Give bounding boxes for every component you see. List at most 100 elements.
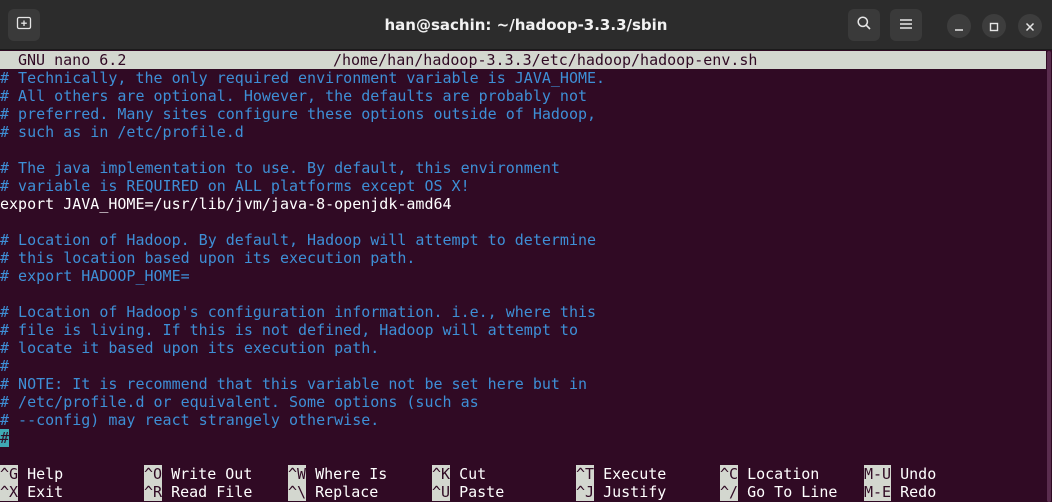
shortcut-item: M-U Undo [864,465,936,483]
text-cursor: # [0,429,10,447]
shortcut-item: ^W Where Is [288,465,387,483]
editor-line: export JAVA_HOME=/usr/lib/jvm/java-8-ope… [0,195,1046,213]
comment-text: # locate it based upon its execution pat… [0,339,380,357]
comment-text: # this location based upon its execution… [0,249,416,267]
comment-text: # preferred. Many sites configure these … [0,105,597,123]
comment-text: # variable is REQUIRED on ALL platforms … [0,177,470,195]
shortcut-label: Execute [594,465,667,483]
shortcut-label: Help [18,465,64,483]
shortcut-item: ^K Cut [432,465,486,483]
shortcut-key: ^K [432,465,451,483]
shortcut-key: M-U [864,465,892,483]
comment-text: # The java implementation to use. By def… [0,159,560,177]
search-icon [856,15,872,35]
shortcut-label: Exit [18,483,64,501]
shortcut-key: ^X [0,483,19,501]
shortcut-label: Go To Line [738,483,838,501]
comment-text: # Location of Hadoop. By default, Hadoop… [0,231,597,249]
shortcut-item: ^\ Replace [288,483,378,501]
close-icon [1025,17,1035,36]
editor-line: # Technically, the only required environ… [0,69,1046,87]
shortcut-key: ^T [576,465,595,483]
editor-line: # variable is REQUIRED on ALL platforms … [0,177,1046,195]
shortcut-label: Location [738,465,820,483]
nano-header-bar: GNU nano 6.2 /home/han/hadoop-3.3.3/etc/… [0,51,1046,69]
comment-text: # file is living. If this is not defined… [0,321,578,339]
shortcut-label: Paste [450,483,505,501]
shortcut-key: ^J [576,483,595,501]
shortcut-key: ^U [432,483,451,501]
comment-text: # All others are optional. However, the … [0,87,587,105]
maximize-button[interactable] [982,14,1006,38]
editor-line: # this location based upon its execution… [0,249,1046,267]
file-path: /home/han/hadoop-3.3.3/etc/hadoop/hadoop… [333,51,758,69]
shortcut-label: Write Out [162,465,253,483]
editor-line: # locate it based upon its execution pat… [0,339,1046,357]
shortcut-label: Cut [450,465,487,483]
comment-text: # [0,357,10,375]
scrollbar[interactable] [1046,51,1052,502]
hamburger-menu-icon [899,16,913,35]
title-bar: han@sachin: ~/hadoop-3.3.3/sbin [0,0,1052,50]
comment-text: # /etc/profile.d or equivalent. Some opt… [0,393,479,411]
comment-text: # Technically, the only required environ… [0,69,606,87]
minimize-button[interactable] [947,14,971,38]
editor-line: # file is living. If this is not defined… [0,321,1046,339]
shortcut-item: ^/ Go To Line [720,483,837,501]
shortcut-label: Where Is [306,465,388,483]
shortcut-key: ^G [0,465,19,483]
editor-line: # --config) may react strangely otherwis… [0,411,1046,429]
comment-text: # export HADOOP_HOME= [0,267,190,285]
minimize-icon [954,17,964,36]
shortcut-key: ^\ [288,483,307,501]
shortcut-label: Redo [891,483,937,501]
shortcut-key: ^/ [720,483,739,501]
shortcut-item: ^O Write Out [144,465,252,483]
menu-button[interactable] [890,9,922,41]
shortcut-label: Undo [891,465,937,483]
comment-text: # Location of Hadoop's configuration inf… [0,303,597,321]
shortcut-key: ^C [720,465,739,483]
terminal-window: han@sachin: ~/hadoop-3.3.3/sbin GNU nano… [0,0,1052,502]
shortcut-key: ^R [144,483,163,501]
code-text: export JAVA_HOME=/usr/lib/jvm/java-8-ope… [0,195,452,213]
maximize-icon [989,17,999,36]
editor-text-area[interactable]: # Technically, the only required environ… [0,69,1046,447]
shortcut-key: ^O [144,465,163,483]
editor-line: # The java implementation to use. By def… [0,159,1046,177]
editor-line: # [0,357,1046,375]
shortcut-key: M-E [864,483,892,501]
shortcut-label: Read File [162,483,253,501]
shortcut-item: ^G Help [0,465,63,483]
close-button[interactable] [1018,14,1042,38]
shortcut-label: Justify [594,483,667,501]
editor-line: # All others are optional. However, the … [0,87,1046,105]
editor-line: # Location of Hadoop. By default, Hadoop… [0,231,1046,249]
scrollbar-thumb[interactable] [1047,51,1051,502]
editor-line: # such as in /etc/profile.d [0,123,1046,141]
shortcut-key: ^W [288,465,307,483]
editor-line: # Location of Hadoop's configuration inf… [0,303,1046,321]
editor-line: # export HADOOP_HOME= [0,267,1046,285]
nano-version: GNU nano 6.2 [18,51,127,69]
shortcut-item: ^U Paste [432,483,504,501]
editor-line: # preferred. Many sites configure these … [0,105,1046,123]
terminal-content[interactable]: GNU nano 6.2 /home/han/hadoop-3.3.3/etc/… [0,51,1046,502]
search-button[interactable] [848,9,880,41]
editor-line: # [0,429,1046,447]
shortcut-item: ^J Justify [576,483,666,501]
editor-line: # NOTE: It is recommend that this variab… [0,375,1046,393]
shortcut-item: M-E Redo [864,483,936,501]
comment-text: # --config) may react strangely otherwis… [0,411,380,429]
comment-text: # NOTE: It is recommend that this variab… [0,375,587,393]
shortcut-item: ^X Exit [0,483,63,501]
shortcut-label: Replace [306,483,379,501]
comment-text: # such as in /etc/profile.d [0,123,244,141]
shortcut-item: ^C Location [720,465,819,483]
shortcut-bar: ^G Help ^X Exit ^O Write Out ^R Read File ^W… [0,465,1046,501]
shortcut-item: ^R Read File [144,483,252,501]
editor-line: # /etc/profile.d or equivalent. Some opt… [0,393,1046,411]
